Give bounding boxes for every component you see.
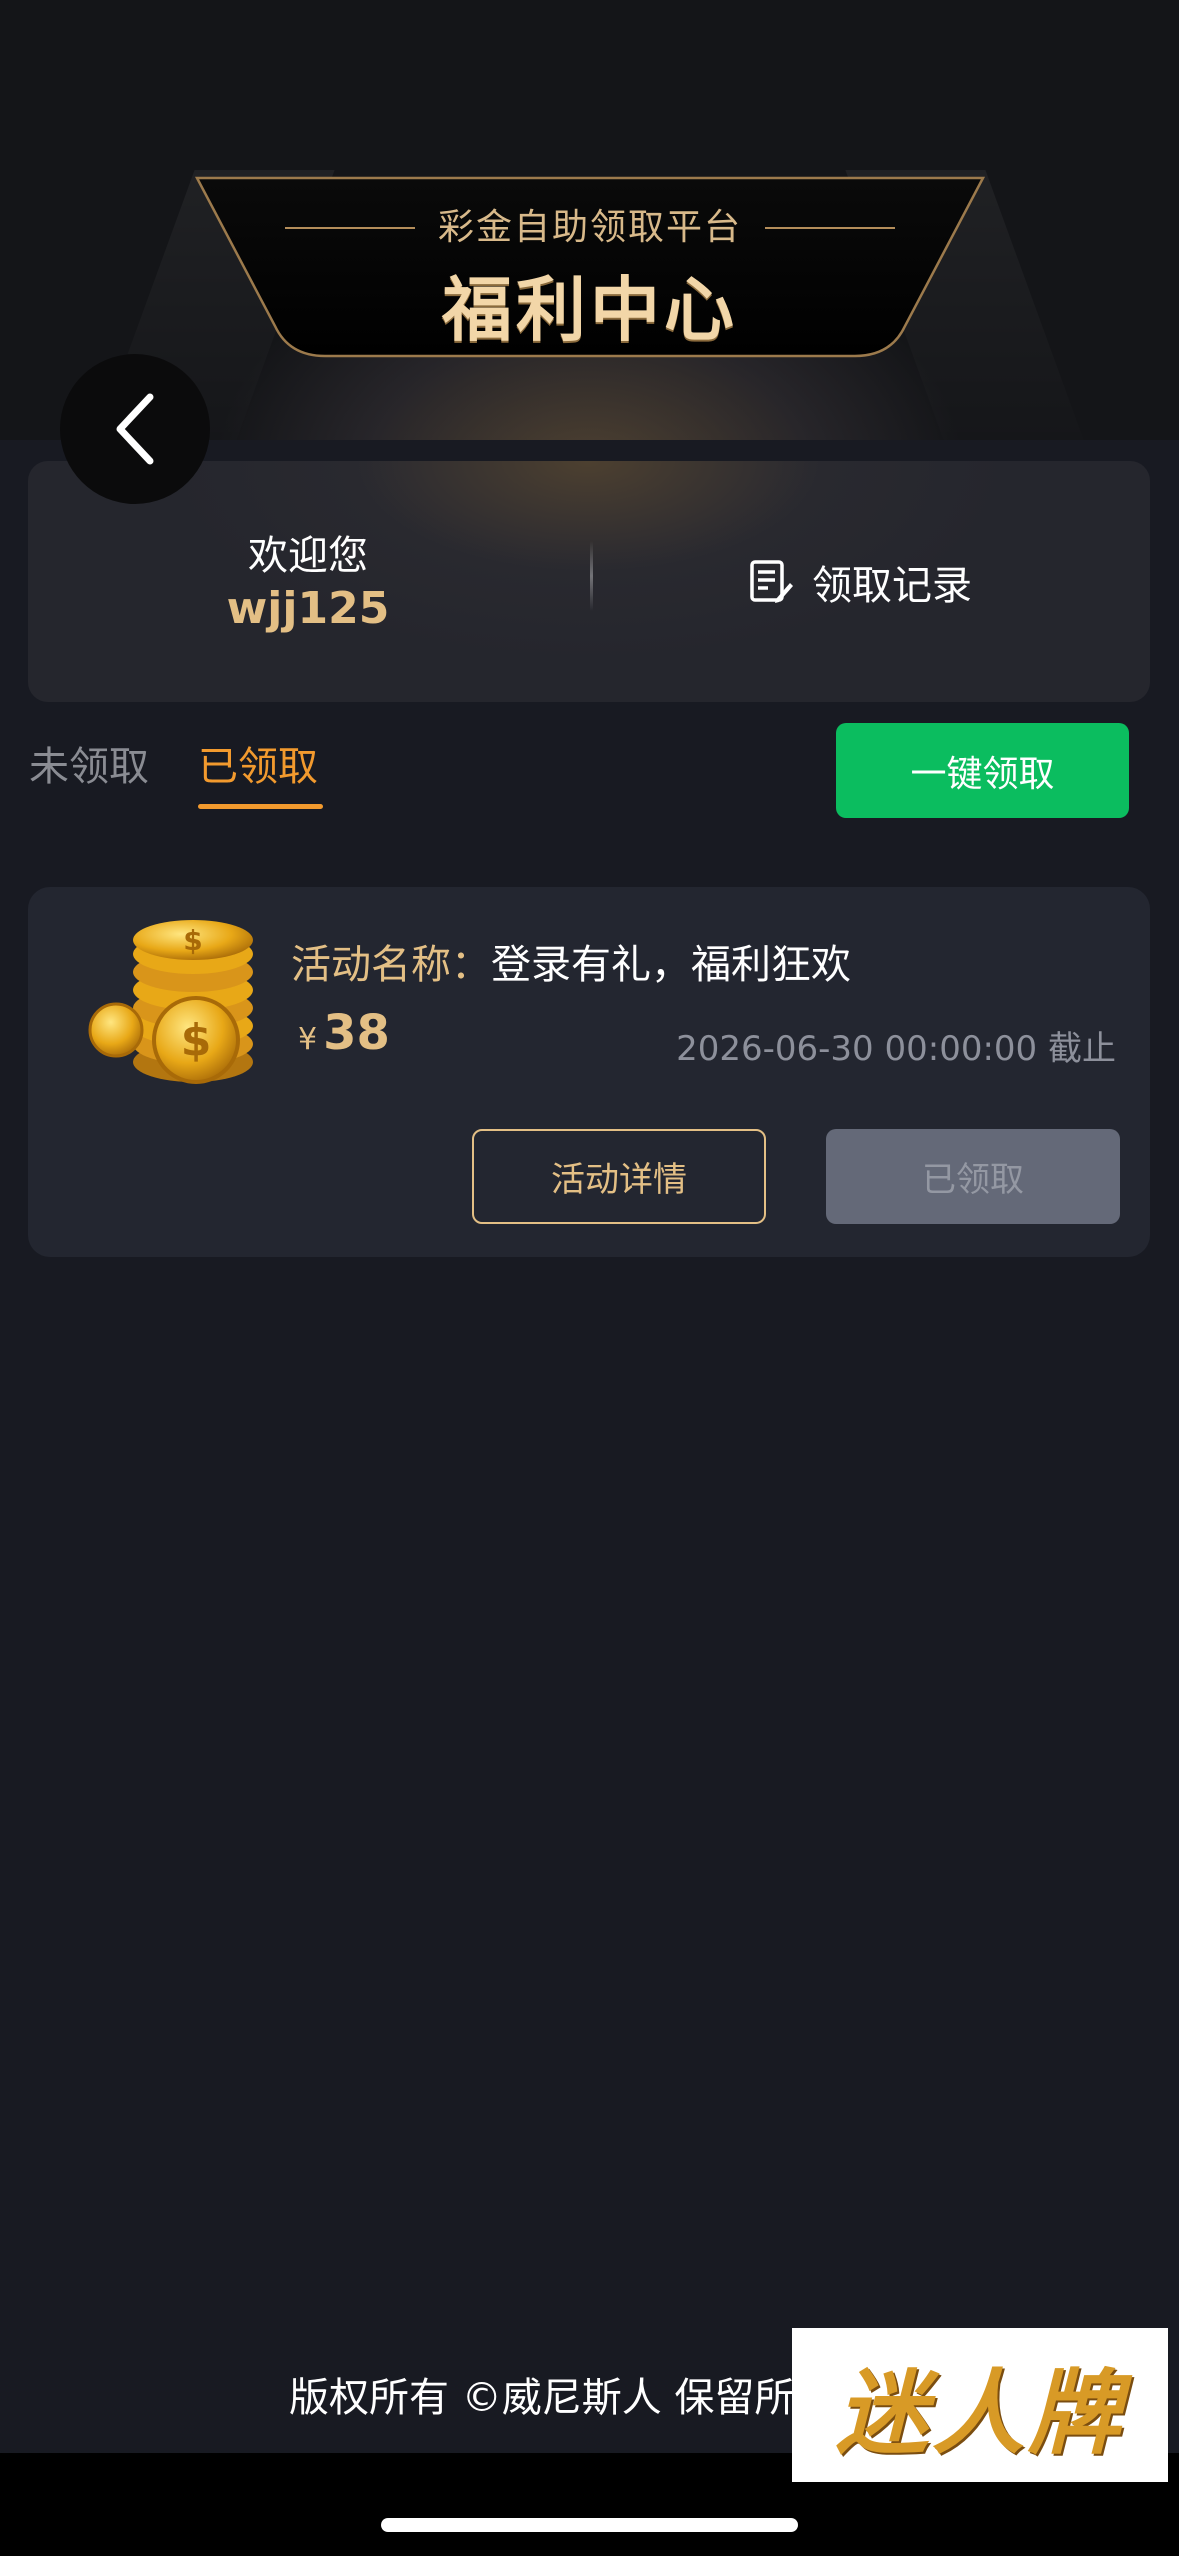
activity-card: $ $ 活动名称：登录有礼，福利狂欢 ¥38 2026-06-30 00:00:… <box>28 887 1150 1257</box>
currency-symbol: ¥ <box>298 1022 318 1057</box>
svg-text:$: $ <box>183 924 202 957</box>
document-edit-icon <box>750 560 793 603</box>
back-button[interactable] <box>60 354 210 504</box>
activity-deadline: 2026-06-30 00:00:00 截止 <box>676 1029 1116 1069</box>
home-indicator[interactable] <box>381 2518 798 2532</box>
svg-text:$: $ <box>181 1015 212 1066</box>
activity-name-label: 活动名称： <box>291 942 491 988</box>
chevron-left-icon <box>116 393 154 465</box>
activity-details-button[interactable]: 活动详情 <box>472 1129 766 1224</box>
records-label: 领取记录 <box>812 563 972 609</box>
copyright-text: 版权所有 ©威尼斯人 保留所 <box>289 2375 795 2421</box>
claimed-status-button: 已领取 <box>826 1129 1120 1224</box>
welcome-card: 欢迎您 wjj125 领取记录 <box>28 461 1150 702</box>
watermark: 迷人牌 <box>792 2328 1168 2482</box>
activity-name-row: 活动名称：登录有礼，福利狂欢 <box>291 932 851 990</box>
header-banner: 彩金自助领取平台 福利中心 <box>195 176 985 358</box>
gold-coins-icon: $ $ <box>88 920 253 1084</box>
watermark-text: 迷人牌 <box>835 2359 1124 2467</box>
header-subtitle: 彩金自助领取平台 <box>437 207 742 248</box>
claim-all-button[interactable]: 一键领取 <box>836 723 1129 818</box>
page-title: 福利中心 <box>442 269 738 351</box>
activity-name: 登录有礼，福利狂欢 <box>491 942 851 988</box>
divider <box>590 541 593 611</box>
tab-claimed[interactable]: 已领取 <box>198 734 318 792</box>
amount-value: 38 <box>323 1005 390 1061</box>
tab-active-indicator <box>198 804 323 809</box>
username: wjj125 <box>226 583 390 634</box>
claim-records-link[interactable]: 领取记录 <box>748 553 972 611</box>
tab-unclaimed[interactable]: 未领取 <box>29 734 149 792</box>
activity-amount: ¥38 <box>298 1005 390 1061</box>
welcome-greeting: 欢迎您 <box>248 533 368 579</box>
